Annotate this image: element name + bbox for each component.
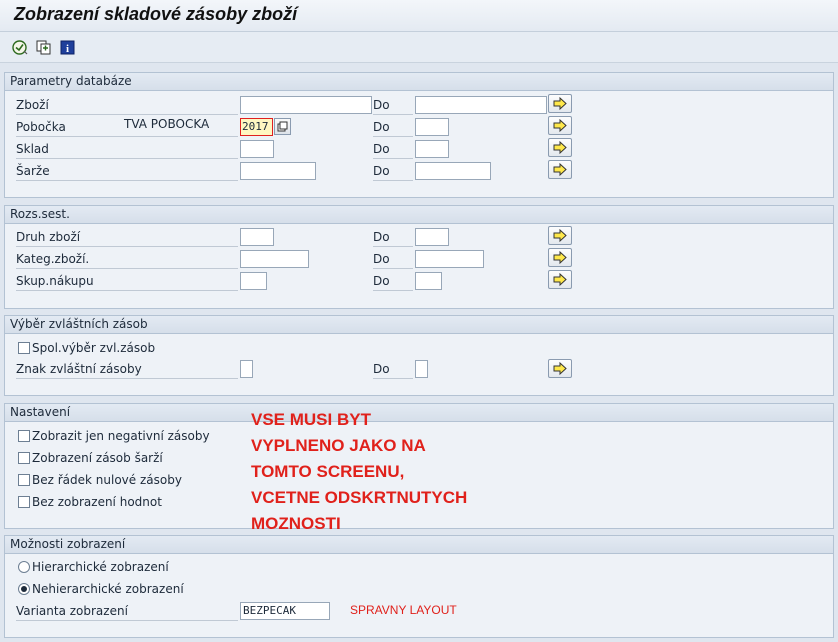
annotation-line: VCETNE ODSKRTNUTYCH <box>251 488 468 507</box>
znak-to-input[interactable] <box>415 360 428 378</box>
label-do: Do <box>373 96 413 115</box>
group-header: Rozs.sest. <box>5 206 833 224</box>
arrow-right-icon <box>553 96 567 111</box>
group-header: Možnosti zobrazení <box>5 536 833 554</box>
skup-nakupu-multiple-selection-button[interactable] <box>548 270 572 289</box>
kateg-zbozi-from-input[interactable] <box>240 250 309 268</box>
znak-multiple-selection-button[interactable] <box>548 359 572 378</box>
negativni-zasoby-label: Zobrazit jen negativní zásoby <box>32 429 210 443</box>
application-toolbar: i <box>0 32 838 63</box>
annotation-line: TOMTO SCREENU, <box>251 462 405 481</box>
label-do: Do <box>373 118 413 137</box>
zbozi-multiple-selection-button[interactable] <box>548 94 572 113</box>
kateg-zbozi-to-input[interactable] <box>415 250 484 268</box>
annotation-line: VSE MUSI BYT <box>251 410 371 429</box>
label-do: Do <box>373 360 413 379</box>
title-bar: Zobrazení skladové zásoby zboží <box>0 0 838 32</box>
pobocka-from-input[interactable]: 2017 <box>240 118 273 136</box>
label-sklad: Sklad <box>16 140 238 159</box>
label-zbozi: Zboží <box>16 96 238 115</box>
arrow-right-icon <box>553 250 567 265</box>
pobocka-description: TVA POBOCKA <box>124 117 210 131</box>
pobocka-multiple-selection-button[interactable] <box>548 116 572 135</box>
pobocka-to-input[interactable] <box>415 118 449 136</box>
skup-nakupu-from-input[interactable] <box>240 272 267 290</box>
info-icon[interactable]: i <box>58 38 77 57</box>
execute-icon[interactable] <box>10 38 29 57</box>
sklad-multiple-selection-button[interactable] <box>548 138 572 157</box>
label-varianta-zobrazeni: Varianta zobrazení <box>16 602 238 621</box>
svg-text:i: i <box>66 43 69 55</box>
page-title: Zobrazení skladové zásoby zboží <box>14 4 298 24</box>
label-druh-zbozi: Druh zboží <box>16 228 238 247</box>
arrow-right-icon <box>553 140 567 155</box>
annotation-line: MOZNOSTI <box>251 514 341 533</box>
arrow-right-icon <box>553 272 567 287</box>
druh-zbozi-to-input[interactable] <box>415 228 449 246</box>
zasob-sarzi-checkbox[interactable] <box>18 452 30 464</box>
skup-nakupu-to-input[interactable] <box>415 272 442 290</box>
group-header: Nastavení <box>5 404 833 422</box>
bez-hodnot-label: Bez zobrazení hodnot <box>32 495 162 509</box>
zbozi-to-input[interactable] <box>415 96 547 114</box>
zbozi-from-input[interactable] <box>240 96 372 114</box>
group-header: Parametry databáze <box>5 73 833 91</box>
nehierarchicke-radio[interactable] <box>18 583 30 595</box>
spol-vyber-label: Spol.výběr zvl.zásob <box>32 341 156 355</box>
get-variant-icon[interactable] <box>34 38 53 57</box>
arrow-right-icon <box>553 118 567 133</box>
label-kateg-zbozi: Kateg.zboží. <box>16 250 238 269</box>
varianta-input[interactable]: BEZPECAK <box>240 602 330 620</box>
label-do: Do <box>373 140 413 159</box>
znak-from-input[interactable] <box>240 360 253 378</box>
spol-vyber-checkbox[interactable] <box>18 342 30 354</box>
arrow-right-icon <box>553 162 567 177</box>
value-help-button[interactable] <box>274 118 291 135</box>
arrow-right-icon <box>553 361 567 376</box>
hierarchicke-radio[interactable] <box>18 561 30 573</box>
nehierarchicke-label: Nehierarchické zobrazení <box>32 582 184 596</box>
sarze-multiple-selection-button[interactable] <box>548 160 572 179</box>
kateg-zbozi-multiple-selection-button[interactable] <box>548 248 572 267</box>
label-do: Do <box>373 250 413 269</box>
group-nastaveni: Nastavení <box>4 403 834 529</box>
label-sarze: Šarže <box>16 162 238 181</box>
label-do: Do <box>373 272 413 291</box>
bez-nulove-zasoby-checkbox[interactable] <box>18 474 30 486</box>
sklad-from-input[interactable] <box>240 140 274 158</box>
hierarchicke-label: Hierarchické zobrazení <box>32 560 169 574</box>
value-help-icon <box>277 121 288 132</box>
label-do: Do <box>373 162 413 181</box>
group-header: Výběr zvláštních zásob <box>5 316 833 334</box>
zasob-sarzi-label: Zobrazení zásob šarží <box>32 451 163 465</box>
label-skup-nakupu: Skup.nákupu <box>16 272 238 291</box>
label-do: Do <box>373 228 413 247</box>
sklad-to-input[interactable] <box>415 140 449 158</box>
layout-note: SPRAVNY LAYOUT <box>350 603 457 617</box>
bez-nulove-zasoby-label: Bez řádek nulové zásoby <box>32 473 182 487</box>
sarze-to-input[interactable] <box>415 162 491 180</box>
bez-hodnot-checkbox[interactable] <box>18 496 30 508</box>
druh-zbozi-from-input[interactable] <box>240 228 274 246</box>
label-znak-zvlastni-zasoby: Znak zvláštní zásoby <box>16 360 238 379</box>
sarze-from-input[interactable] <box>240 162 316 180</box>
annotation-line: VYPLNENO JAKO NA <box>251 436 426 455</box>
arrow-right-icon <box>553 228 567 243</box>
negativni-zasoby-checkbox[interactable] <box>18 430 30 442</box>
druh-zbozi-multiple-selection-button[interactable] <box>548 226 572 245</box>
